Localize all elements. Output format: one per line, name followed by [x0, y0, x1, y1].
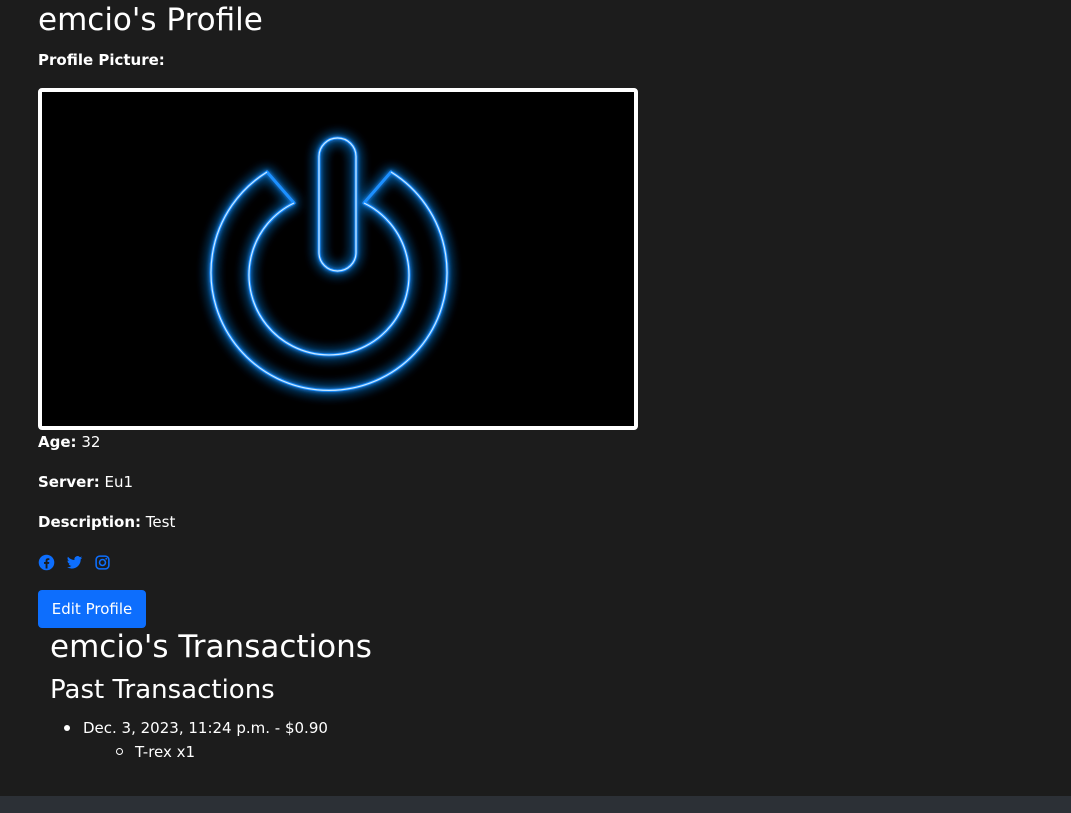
list-item: T-rex x1 — [114, 741, 328, 763]
description-field: Description: Test — [38, 512, 175, 532]
server-field: Server: Eu1 — [38, 472, 133, 492]
footer-bar — [0, 796, 1071, 813]
profile-picture — [38, 88, 638, 430]
transaction-label: Dec. 3, 2023, 11:24 p.m. - $0.90 — [83, 719, 328, 737]
profile-picture-label: Profile Picture: — [38, 51, 165, 69]
age-label: Age: — [38, 433, 77, 451]
twitter-icon[interactable] — [66, 554, 83, 571]
description-label: Description: — [38, 513, 142, 531]
transactions-title: emcio's Transactions — [50, 629, 372, 665]
edit-profile-button[interactable]: Edit Profile — [38, 590, 146, 628]
profile-page: emcio's Profile Profile Picture: Age: 32… — [0, 0, 1071, 813]
list-item: Dec. 3, 2023, 11:24 p.m. - $0.90 T-rex x… — [62, 717, 328, 763]
page-title: emcio's Profile — [38, 2, 263, 38]
server-label: Server: — [38, 473, 100, 491]
age-field: Age: 32 — [38, 432, 100, 452]
past-transactions-heading: Past Transactions — [50, 675, 275, 705]
server-value: Eu1 — [104, 473, 134, 491]
transaction-products-list: T-rex x1 — [83, 741, 328, 763]
description-value: Test — [145, 513, 176, 531]
age-value: 32 — [81, 433, 101, 451]
instagram-icon[interactable] — [94, 554, 111, 571]
transactions-list: Dec. 3, 2023, 11:24 p.m. - $0.90 T-rex x… — [62, 717, 328, 763]
power-icon — [42, 92, 634, 426]
social-links — [38, 553, 111, 571]
facebook-icon[interactable] — [38, 554, 55, 571]
